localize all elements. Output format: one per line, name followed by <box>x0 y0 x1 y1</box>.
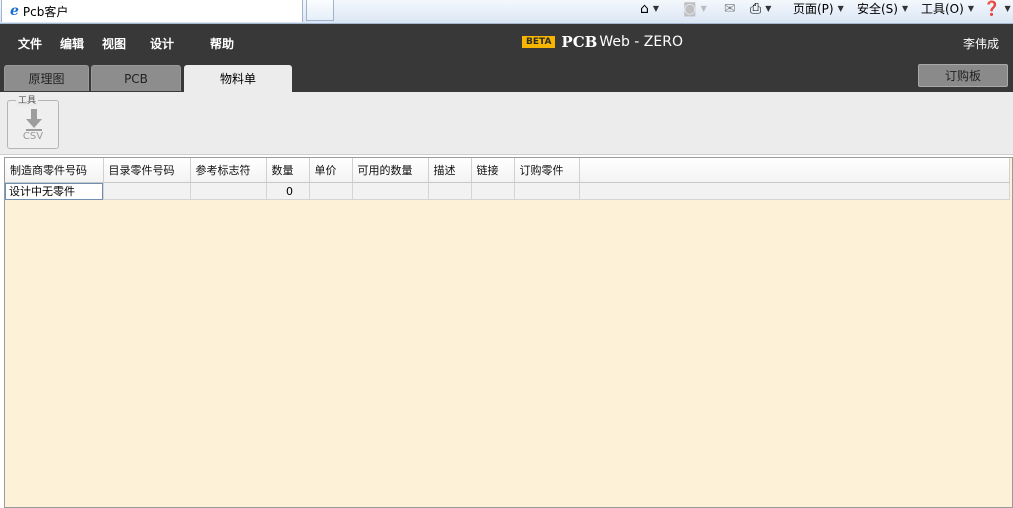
brand-web: Web - ZERO <box>599 34 683 50</box>
table-cell[interactable] <box>190 182 267 200</box>
table-cell[interactable] <box>103 182 191 200</box>
mail-button[interactable]: ✉ <box>724 0 736 17</box>
tab-label: PCB <box>124 71 148 86</box>
table-row[interactable]: 设计中无零件 0 <box>5 182 1010 200</box>
table-cell[interactable] <box>352 182 429 200</box>
browser-tab[interactable]: e Pcb客户 <box>1 0 303 22</box>
tab-bom[interactable]: 物料单 <box>184 65 292 92</box>
chevron-down-icon: ▼ <box>967 4 974 13</box>
order-board-label: 订购板 <box>944 69 981 83</box>
col-header-quantity[interactable]: 数量 <box>266 158 310 183</box>
browser-tab-title: Pcb客户 <box>22 4 69 19</box>
chevron-down-icon: ▼ <box>765 4 772 13</box>
home-icon: ⌂ <box>640 0 649 17</box>
table-cell[interactable] <box>428 182 472 200</box>
chevron-down-icon: ▼ <box>652 4 660 13</box>
user-name[interactable]: 李伟成 <box>963 35 999 52</box>
menu-help[interactable]: 帮助 <box>210 35 234 52</box>
beta-badge: BETA <box>522 36 556 48</box>
tab-label: 物料单 <box>219 72 256 86</box>
menu-file[interactable]: 文件 <box>18 35 42 52</box>
download-arrow-icon <box>26 109 42 131</box>
safety-menu-label: 安全(S) <box>857 2 898 16</box>
chevron-down-icon: ▼ <box>700 4 707 13</box>
table-cell[interactable] <box>471 182 515 200</box>
mail-icon: ✉ <box>724 0 736 17</box>
table-header-row: 制造商零件号码 目录零件号码 参考标志符 数量 单价 可用的数量 描述 链接 订… <box>5 158 1010 183</box>
table-cell[interactable]: 0 <box>266 182 310 200</box>
menu-design[interactable]: 设计 <box>150 35 174 52</box>
app-header: 文件 编辑 视图 设计 帮助 BETA PCB Web - ZERO 李伟成 原… <box>0 24 1013 92</box>
tools-menu[interactable]: 工具(O) ▼ <box>921 0 974 17</box>
bom-toolbar: 工具 CSV <box>0 92 1013 155</box>
help-button[interactable]: ❓ ▼ <box>983 0 1011 17</box>
app-brand: BETA PCB Web - ZERO <box>522 33 683 51</box>
printer-icon: ⎙ <box>750 0 762 17</box>
col-header-reference[interactable]: 参考标志符 <box>190 158 267 183</box>
col-header-description[interactable]: 描述 <box>428 158 472 183</box>
col-header-filler <box>579 158 1010 183</box>
tab-pcb[interactable]: PCB <box>91 65 181 91</box>
col-header-unit-price[interactable]: 单价 <box>309 158 353 183</box>
table-cell[interactable]: 设计中无零件 <box>5 182 104 200</box>
tools-menu-label: 工具(O) <box>921 2 964 16</box>
export-group-label: 工具 <box>16 93 39 106</box>
col-header-order-part[interactable]: 订购零件 <box>514 158 580 183</box>
bom-grid: 制造商零件号码 目录零件号码 参考标志符 数量 单价 可用的数量 描述 链接 订… <box>4 157 1013 508</box>
export-csv-button[interactable]: 工具 CSV <box>7 93 59 149</box>
safety-menu[interactable]: 安全(S) ▼ <box>857 0 908 17</box>
bom-table: 制造商零件号码 目录零件号码 参考标志符 数量 单价 可用的数量 描述 链接 订… <box>5 158 1010 200</box>
tab-label: 原理图 <box>28 72 65 86</box>
col-header-catalog-part[interactable]: 目录零件号码 <box>103 158 191 183</box>
table-cell-filler <box>579 182 1010 200</box>
col-header-available-qty[interactable]: 可用的数量 <box>352 158 429 183</box>
feeds-button[interactable]: ◙ ▼ <box>683 0 707 17</box>
print-button[interactable]: ⎙ ▼ <box>750 0 771 17</box>
menu-edit[interactable]: 编辑 <box>60 35 84 52</box>
order-board-button[interactable]: 订购板 <box>918 64 1008 87</box>
col-header-link[interactable]: 链接 <box>471 158 515 183</box>
chevron-down-icon: ▼ <box>837 4 844 13</box>
brand-pcb: PCB <box>561 33 598 51</box>
browser-toolbar: e Pcb客户 ⌂ ▼ ◙ ▼ ✉ ⎙ ▼ 页面(P) ▼ 安全(S) ▼ 工具(O) ▼ … <box>0 0 1013 24</box>
tab-schematic[interactable]: 原理图 <box>4 65 89 91</box>
page-menu-label: 页面(P) <box>793 2 834 16</box>
table-cell[interactable] <box>514 182 580 200</box>
table-cell[interactable] <box>309 182 353 200</box>
rss-icon: ◙ <box>683 0 697 17</box>
export-csv-label: CSV <box>22 131 44 142</box>
ie-icon: e <box>10 3 19 19</box>
menu-view[interactable]: 视图 <box>102 35 126 52</box>
home-button[interactable]: ⌂ ▼ <box>640 0 659 17</box>
chevron-down-icon: ▼ <box>1004 4 1011 13</box>
page-menu[interactable]: 页面(P) ▼ <box>793 0 844 17</box>
help-icon: ❓ <box>983 0 1001 17</box>
chevron-down-icon: ▼ <box>901 4 909 13</box>
col-header-mfr-part[interactable]: 制造商零件号码 <box>5 158 104 183</box>
new-tab-button[interactable] <box>306 0 334 21</box>
